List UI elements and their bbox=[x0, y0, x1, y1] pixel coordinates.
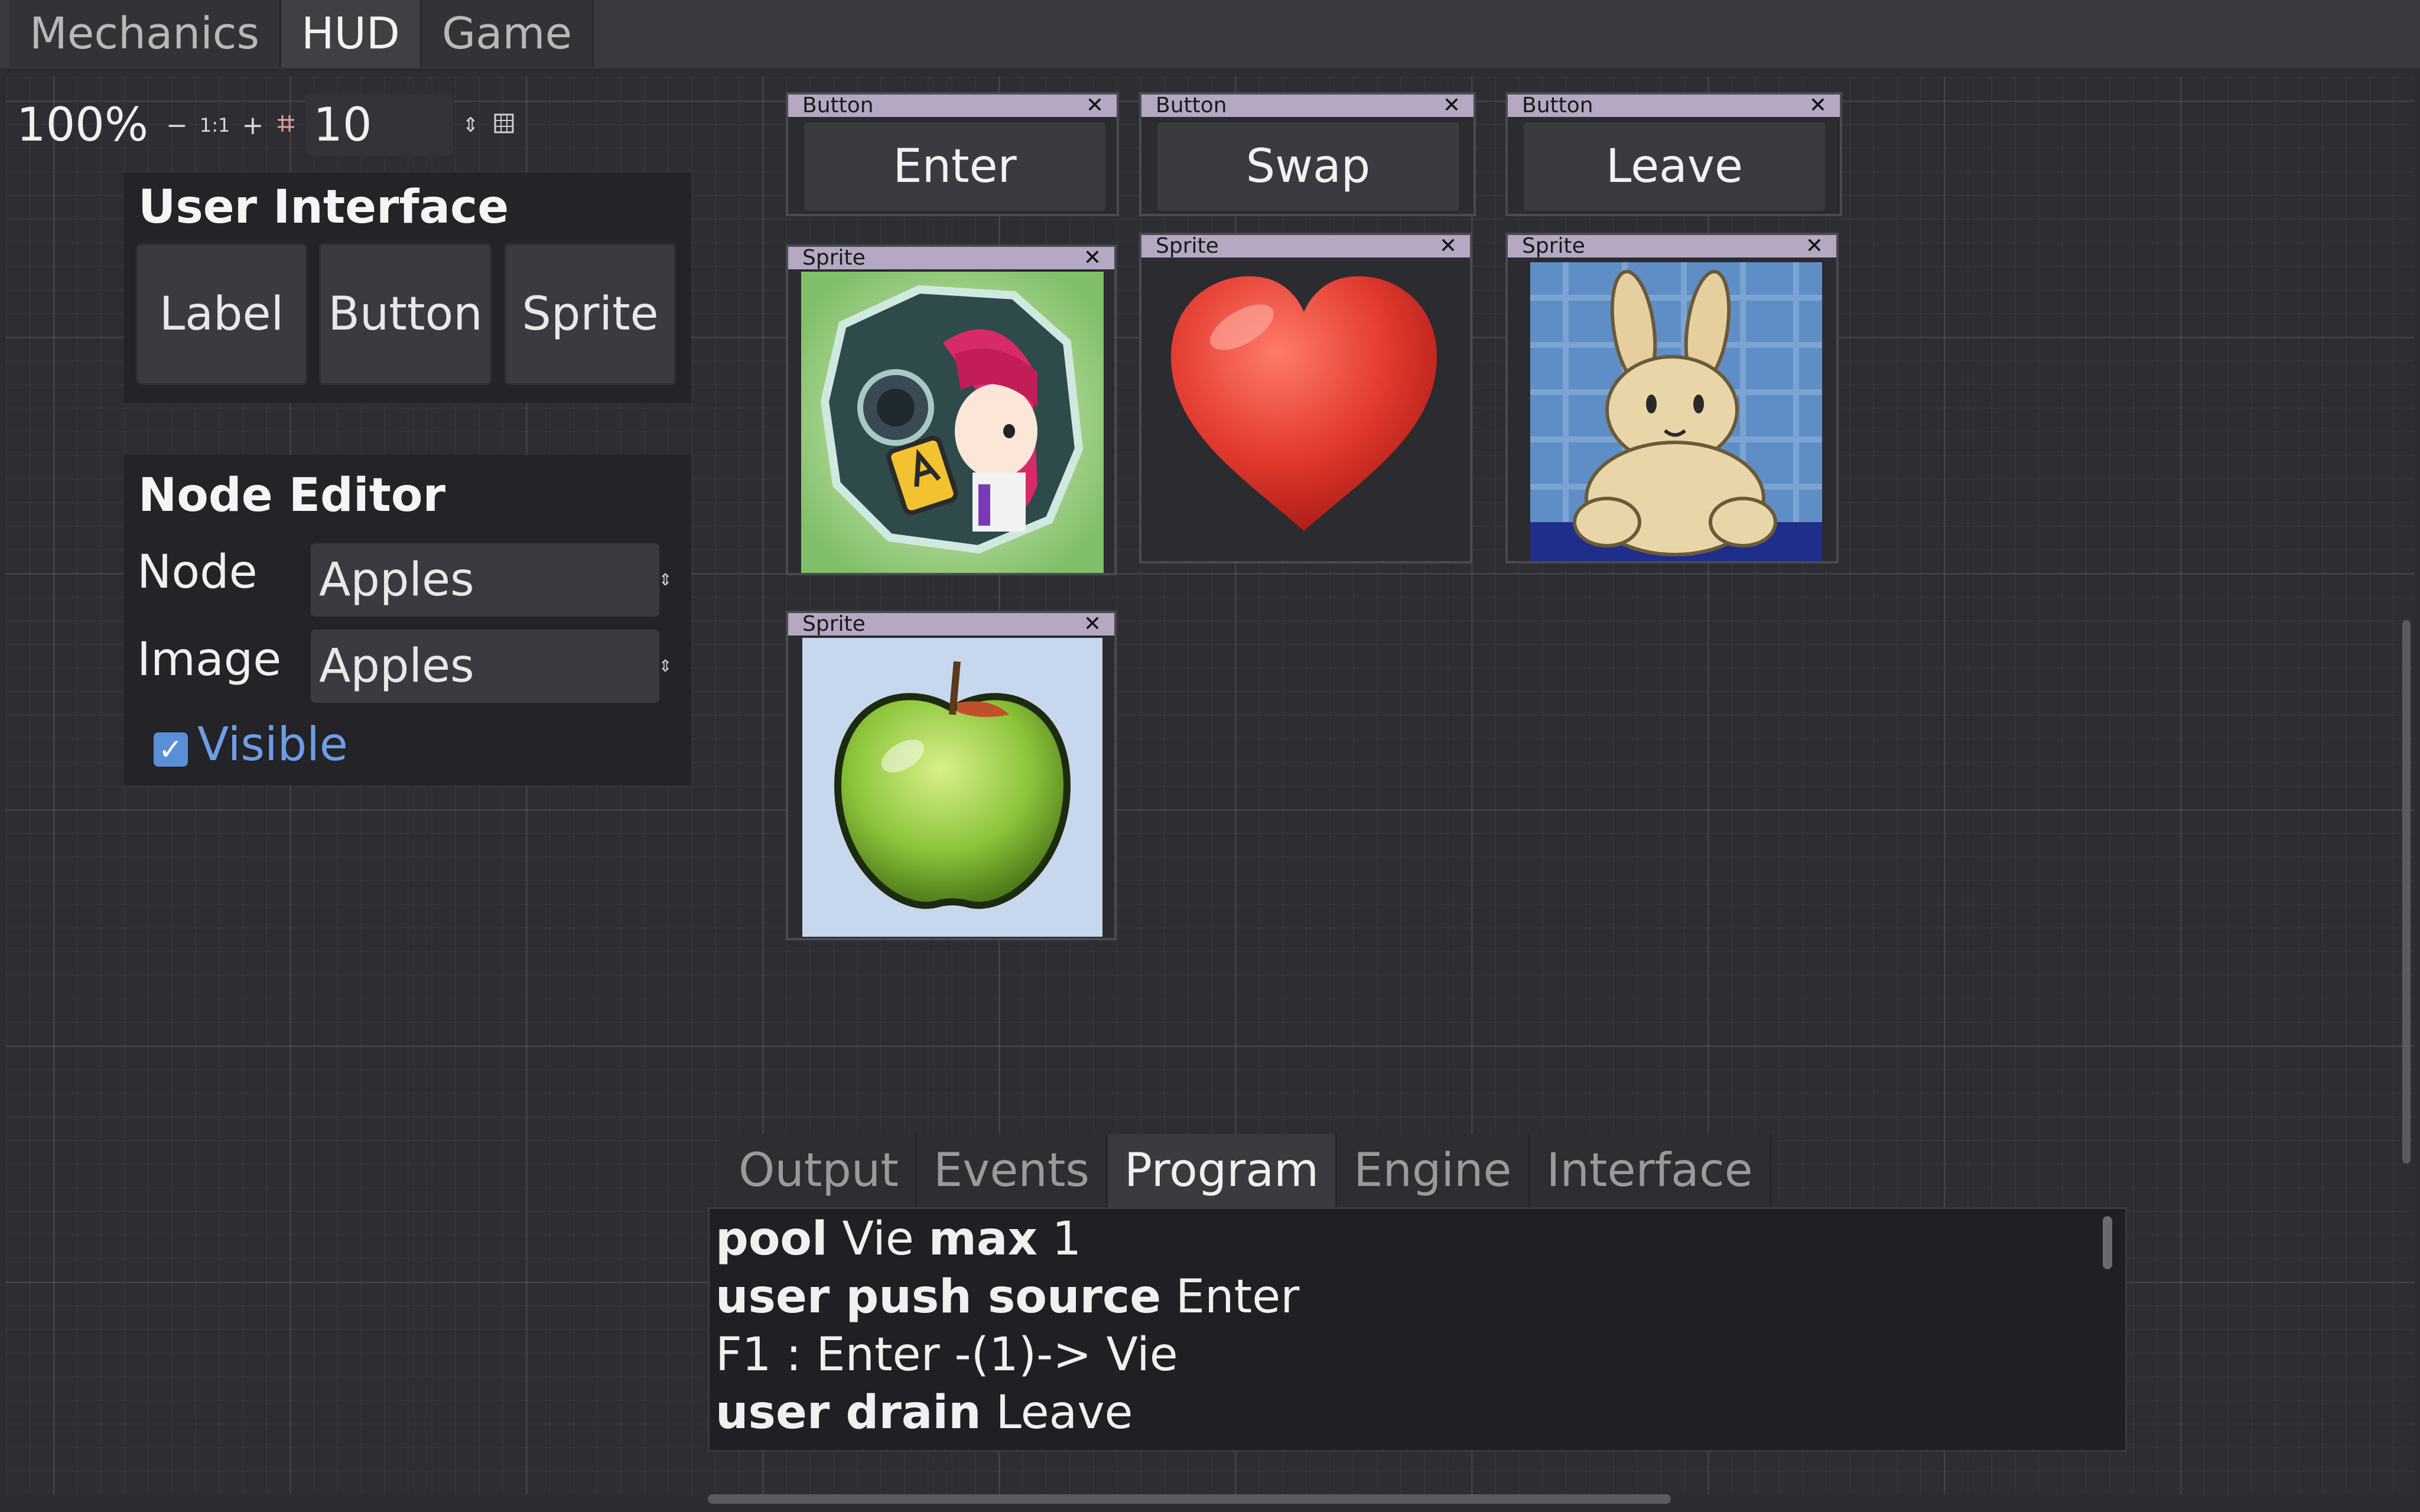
node-header[interactable]: Button bbox=[1508, 94, 1840, 117]
code-line-4: user drain Leave bbox=[715, 1386, 1133, 1439]
tab-events[interactable]: Events bbox=[916, 1134, 1108, 1207]
heart-illustration bbox=[1159, 268, 1449, 540]
rabbit-illustration bbox=[1530, 262, 1822, 561]
node-select-arrows-icon: ⇕ bbox=[658, 570, 672, 589]
snap-distance-input[interactable]: 10 bbox=[306, 94, 454, 156]
code-text: 1 bbox=[1037, 1213, 1082, 1266]
apple-illustration bbox=[802, 638, 1102, 937]
add-label-button[interactable]: Label bbox=[136, 243, 307, 385]
snap-spinner[interactable]: ⇕ bbox=[462, 113, 479, 137]
node-header[interactable]: Sprite bbox=[1141, 235, 1470, 258]
zoom-reset-button[interactable]: 1:1 bbox=[200, 114, 230, 136]
image-label: Image bbox=[137, 633, 282, 686]
close-icon[interactable]: ✕ bbox=[1084, 247, 1101, 269]
vertical-scrollbar[interactable] bbox=[2402, 620, 2411, 1164]
visible-label[interactable]: Visible bbox=[197, 718, 348, 771]
user-interface-panel: User Interface Label Button Sprite bbox=[124, 172, 691, 403]
node-header[interactable]: Sprite bbox=[1508, 235, 1836, 258]
node-label: Node bbox=[137, 546, 258, 599]
node-select[interactable]: Apples ⇕ bbox=[311, 543, 672, 617]
tab-engine[interactable]: Engine bbox=[1337, 1134, 1530, 1207]
character-illustration bbox=[801, 272, 1104, 573]
tab-hud[interactable]: HUD bbox=[281, 0, 422, 67]
leave-button[interactable]: Leave bbox=[1522, 120, 1827, 213]
code-text: Vie bbox=[827, 1213, 929, 1266]
code-keyword: user drain bbox=[715, 1386, 981, 1439]
code-text: Leave bbox=[981, 1386, 1133, 1439]
tab-game[interactable]: Game bbox=[421, 0, 594, 67]
node-editor-title: Node Editor bbox=[138, 469, 445, 522]
bottom-tabs: Output Events Program Engine Interface bbox=[722, 1134, 1771, 1207]
code-line-2: user push source Enter bbox=[715, 1270, 1299, 1324]
console-scrollbar[interactable] bbox=[2103, 1216, 2112, 1269]
close-icon[interactable]: ✕ bbox=[1439, 235, 1457, 258]
node-header[interactable]: Button bbox=[1141, 94, 1474, 117]
sprite-node-apple[interactable]: Sprite ✕ bbox=[786, 611, 1117, 940]
tab-program[interactable]: Program bbox=[1108, 1134, 1338, 1207]
user-interface-title: User Interface bbox=[138, 181, 509, 234]
tab-mechanics[interactable]: Mechanics bbox=[9, 0, 282, 67]
node-editor-panel: Node Editor Node Apples ⇕ Image Apples ⇕… bbox=[124, 455, 691, 786]
zoom-level: 100% bbox=[17, 99, 148, 152]
sprite-node-heart[interactable]: Sprite ✕ bbox=[1139, 233, 1472, 563]
top-bar: Mechanics HUD Game bbox=[0, 0, 2420, 71]
sprite-node-rabbit[interactable]: Sprite ✕ bbox=[1505, 233, 1839, 563]
image-select-value: Apples bbox=[319, 640, 474, 693]
node-header[interactable]: Button bbox=[788, 94, 1117, 117]
close-icon[interactable]: ✕ bbox=[1443, 94, 1461, 117]
visible-checkbox[interactable]: ✓ bbox=[154, 732, 188, 767]
tab-interface[interactable]: Interface bbox=[1530, 1134, 1771, 1207]
program-console[interactable]: pool Vie max 1 user push source Enter F1… bbox=[708, 1207, 2127, 1452]
grid-icon[interactable] bbox=[493, 110, 515, 141]
close-icon[interactable]: ✕ bbox=[1806, 235, 1823, 258]
add-button-button[interactable]: Button bbox=[319, 243, 492, 385]
zoom-toolbar: 100% − 1:1 + 10 ⇕ bbox=[17, 94, 521, 156]
node-header[interactable]: Sprite bbox=[788, 247, 1114, 269]
swap-button[interactable]: Swap bbox=[1156, 120, 1461, 213]
add-sprite-button[interactable]: Sprite bbox=[505, 243, 676, 385]
button-node-swap[interactable]: Button ✕ Swap bbox=[1139, 92, 1476, 216]
code-keyword: user push source bbox=[715, 1270, 1162, 1324]
close-icon[interactable]: ✕ bbox=[1084, 613, 1101, 636]
button-node-enter[interactable]: Button ✕ Enter bbox=[786, 92, 1119, 216]
close-icon[interactable]: ✕ bbox=[1809, 94, 1827, 117]
code-text: Enter bbox=[1161, 1270, 1300, 1324]
snap-icon[interactable] bbox=[275, 110, 297, 141]
code-line-3: F1 : Enter -(1)-> Vie bbox=[715, 1328, 1178, 1381]
enter-button[interactable]: Enter bbox=[802, 120, 1107, 213]
close-icon[interactable]: ✕ bbox=[1086, 94, 1104, 117]
code-keyword: pool bbox=[715, 1213, 828, 1266]
button-node-leave[interactable]: Button ✕ Leave bbox=[1505, 92, 1842, 216]
node-header[interactable]: Sprite bbox=[788, 613, 1114, 636]
tab-output[interactable]: Output bbox=[722, 1134, 917, 1207]
zoom-out-button[interactable]: − bbox=[166, 110, 188, 141]
horizontal-scrollbar[interactable] bbox=[708, 1494, 1671, 1504]
zoom-in-button[interactable]: + bbox=[242, 110, 264, 141]
image-select-arrows-icon: ⇕ bbox=[658, 656, 672, 676]
image-select[interactable]: Apples ⇕ bbox=[311, 630, 672, 703]
node-select-value: Apples bbox=[319, 553, 474, 607]
main-tabs: Mechanics HUD Game bbox=[9, 0, 594, 67]
code-line-1: pool Vie max 1 bbox=[715, 1213, 1081, 1266]
sprite-node-character[interactable]: Sprite ✕ bbox=[786, 245, 1117, 575]
code-keyword: max bbox=[928, 1213, 1037, 1266]
